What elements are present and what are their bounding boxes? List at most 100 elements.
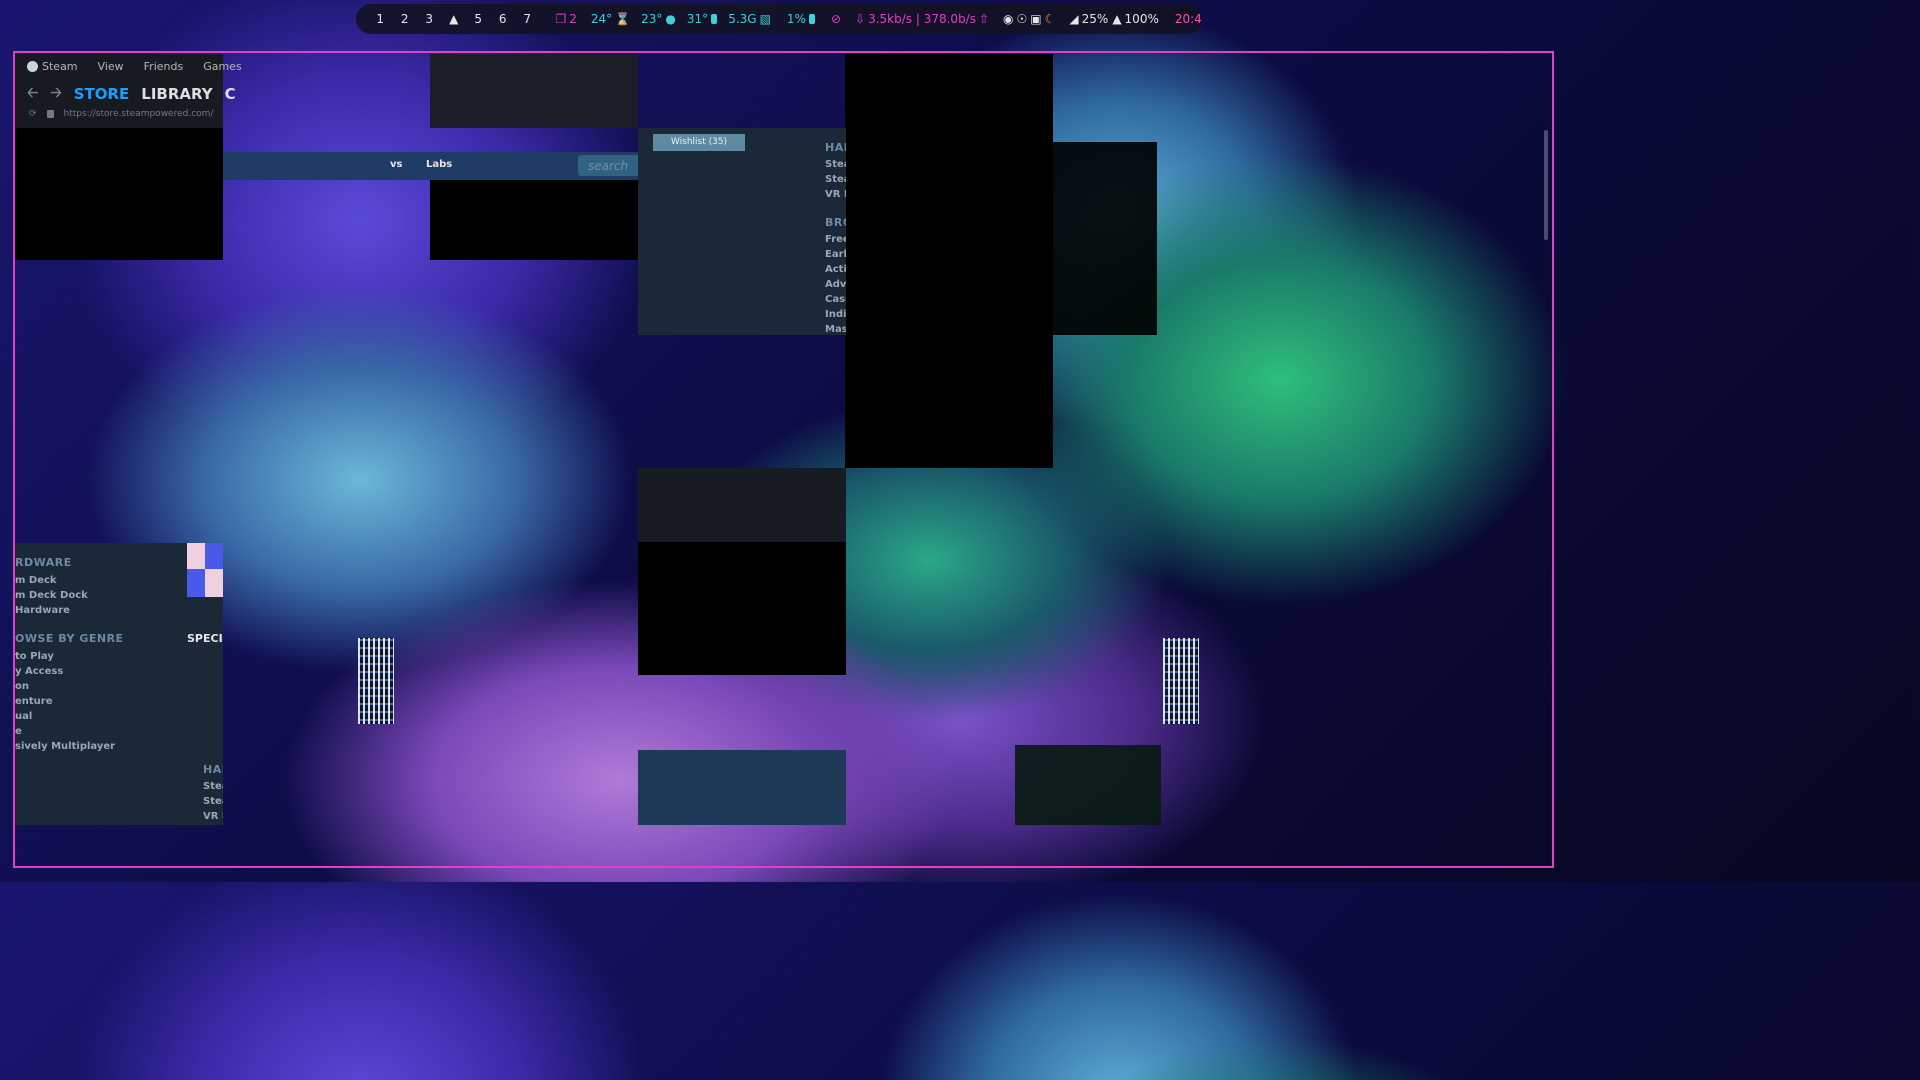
hardware-item[interactable]: Stea [203,779,223,794]
volume-module[interactable]: ◢ 25% [1069,12,1108,26]
genre-item[interactable]: to Play [15,649,124,664]
hardware-heading: RDWARE [15,556,72,569]
scrollbar[interactable] [1544,130,1548,240]
store-sidebar-tile: Wishlist (35) HAR Stea Stea VR H BRO Fre… [638,128,846,335]
windows-count: 2 [569,12,577,26]
unrendered-tile [1015,745,1161,825]
tab-store[interactable]: STORE [74,85,130,103]
workspace-4-ghost-icon[interactable]: ▲ [442,12,467,26]
workspace-7[interactable]: 7 [515,12,540,26]
workspace-1[interactable]: 1 [368,12,393,26]
genre-item[interactable]: on [15,679,124,694]
cpu-temp-value: 24° [590,12,613,26]
capsule-thumbnail[interactable] [187,543,223,597]
genre-item[interactable]: ual [15,709,124,724]
tor-tray-icon[interactable]: ☉ [1017,12,1028,26]
menu-view[interactable]: View [98,60,124,73]
hardware-item[interactable]: Hardware [15,603,124,618]
hardware-heading: HAR [825,141,846,154]
workspace-5[interactable]: 5 [466,12,491,26]
nav-fragment[interactable]: vs [390,159,402,170]
forward-arrow-icon[interactable]: 🡢 [50,82,61,106]
cpu-temp-module: 24° ⌛ [591,12,630,26]
category-panel-b: RDWARE m Deck m Deck Dock Hardware OWSE … [15,556,124,754]
gpu-temp-module: 23° ● [641,12,676,26]
unrendered-tile [638,468,846,542]
steam-logo-icon [27,61,38,72]
genre-heading: BRO [825,216,846,229]
volume-value: 25% [1081,12,1109,26]
workspace-6[interactable]: 6 [491,12,516,26]
gpu-temp-value: 23° [641,12,663,26]
genre-item[interactable]: Early [825,247,846,262]
unrendered-tile [1053,142,1157,335]
hardware-heading: HAR [203,763,223,776]
clock[interactable]: 20:46 [1175,12,1202,26]
microphone-icon: ▲ [1112,12,1122,26]
category-panel-c: HAR Stea Stea VR H [203,763,223,824]
unrendered-tile [430,54,638,128]
menu-steam[interactable]: Steam [27,60,78,73]
genre-item[interactable]: Free [825,232,846,247]
battery-icon [711,14,718,24]
disk-temp-module: 31° [687,12,718,26]
genre-item[interactable]: e [15,724,124,739]
hardware-item[interactable]: VR H [825,187,846,202]
cpu-usage-module: 1% [787,12,815,26]
back-arrow-icon[interactable]: 🡠 [27,82,38,106]
unrendered-tile [845,54,1053,468]
hardware-item[interactable]: m Deck Dock [15,588,124,603]
clock-time: 20:46 [1174,12,1202,26]
genre-item[interactable]: Casu [825,292,846,307]
category-panel-a: HAR Stea Stea VR H BRO Free Early Actio … [825,141,846,335]
tab-library[interactable]: LIBRARY [141,85,212,103]
genre-item[interactable]: y Access [15,664,124,679]
url-bar: ⟳ https://store.steampowered.com/ [29,109,213,119]
store-nav-strip: vs Labs [223,152,638,180]
moon-tray-icon[interactable]: ☾ [1045,12,1056,26]
download-icon: ⇩ [855,12,866,26]
unrendered-tile [430,180,638,260]
privacy-module[interactable]: ⊘ [831,12,841,26]
genre-item[interactable]: enture [15,694,124,709]
menu-friends[interactable]: Friends [144,60,184,73]
workspace-switcher: 1 2 3 ▲ 5 6 7 [368,12,540,26]
reload-icon[interactable]: ⟳ [29,109,37,119]
mic-value: 100% [1124,12,1159,26]
steam-tray-icon[interactable]: ◉ [1003,12,1013,26]
unrendered-tile [638,542,846,675]
genre-item[interactable]: Indie [825,307,846,322]
genre-item[interactable]: sively Multiplayer [15,739,124,754]
droplet-icon: ● [665,12,676,26]
nav-labs[interactable]: Labs [426,159,452,170]
hardware-item[interactable]: Stea [825,172,846,187]
memory-module: 5.3G ▧ [728,12,771,26]
cpu-usage-value: 1% [786,12,806,26]
mic-module[interactable]: ▲ 100% [1112,12,1159,26]
lock-tray-icon[interactable]: ▣ [1030,12,1041,26]
unrendered-tile [15,128,223,260]
wishlist-button[interactable]: Wishlist (35) [653,134,745,151]
workspace-2[interactable]: 2 [393,12,418,26]
hourglass-icon: ⌛ [615,12,631,26]
steam-nav: 🡠 🡢 STORE LIBRARY C [27,82,236,106]
url-text[interactable]: https://store.steampowered.com/ [64,109,214,119]
network-module: ⇩ 3.5kb/s | 378.0b/s ⇧ [855,12,989,26]
genre-item[interactable]: Actio [825,262,846,277]
windows-module[interactable]: ❐ 2 [556,12,577,26]
workspace-3[interactable]: 3 [417,12,442,26]
steam-menubar: Steam View Friends Games [27,60,242,73]
store-categories-tile: RDWARE m Deck m Deck Dock Hardware OWSE … [15,543,223,825]
memory-value: 5.3G [728,12,757,26]
cpu-icon [808,14,815,24]
upload-icon: ⇧ [978,12,990,26]
hardware-item[interactable]: Stea [825,157,846,172]
hardware-item[interactable]: m Deck [15,573,124,588]
menu-games[interactable]: Games [203,60,241,73]
tab-community-partial[interactable]: C [225,85,236,103]
genre-item[interactable]: Adve [825,277,846,292]
hardware-item[interactable]: VR H [203,809,223,824]
genre-item[interactable]: Mass [825,322,846,335]
search-input[interactable] [578,155,638,176]
hardware-item[interactable]: Stea [203,794,223,809]
